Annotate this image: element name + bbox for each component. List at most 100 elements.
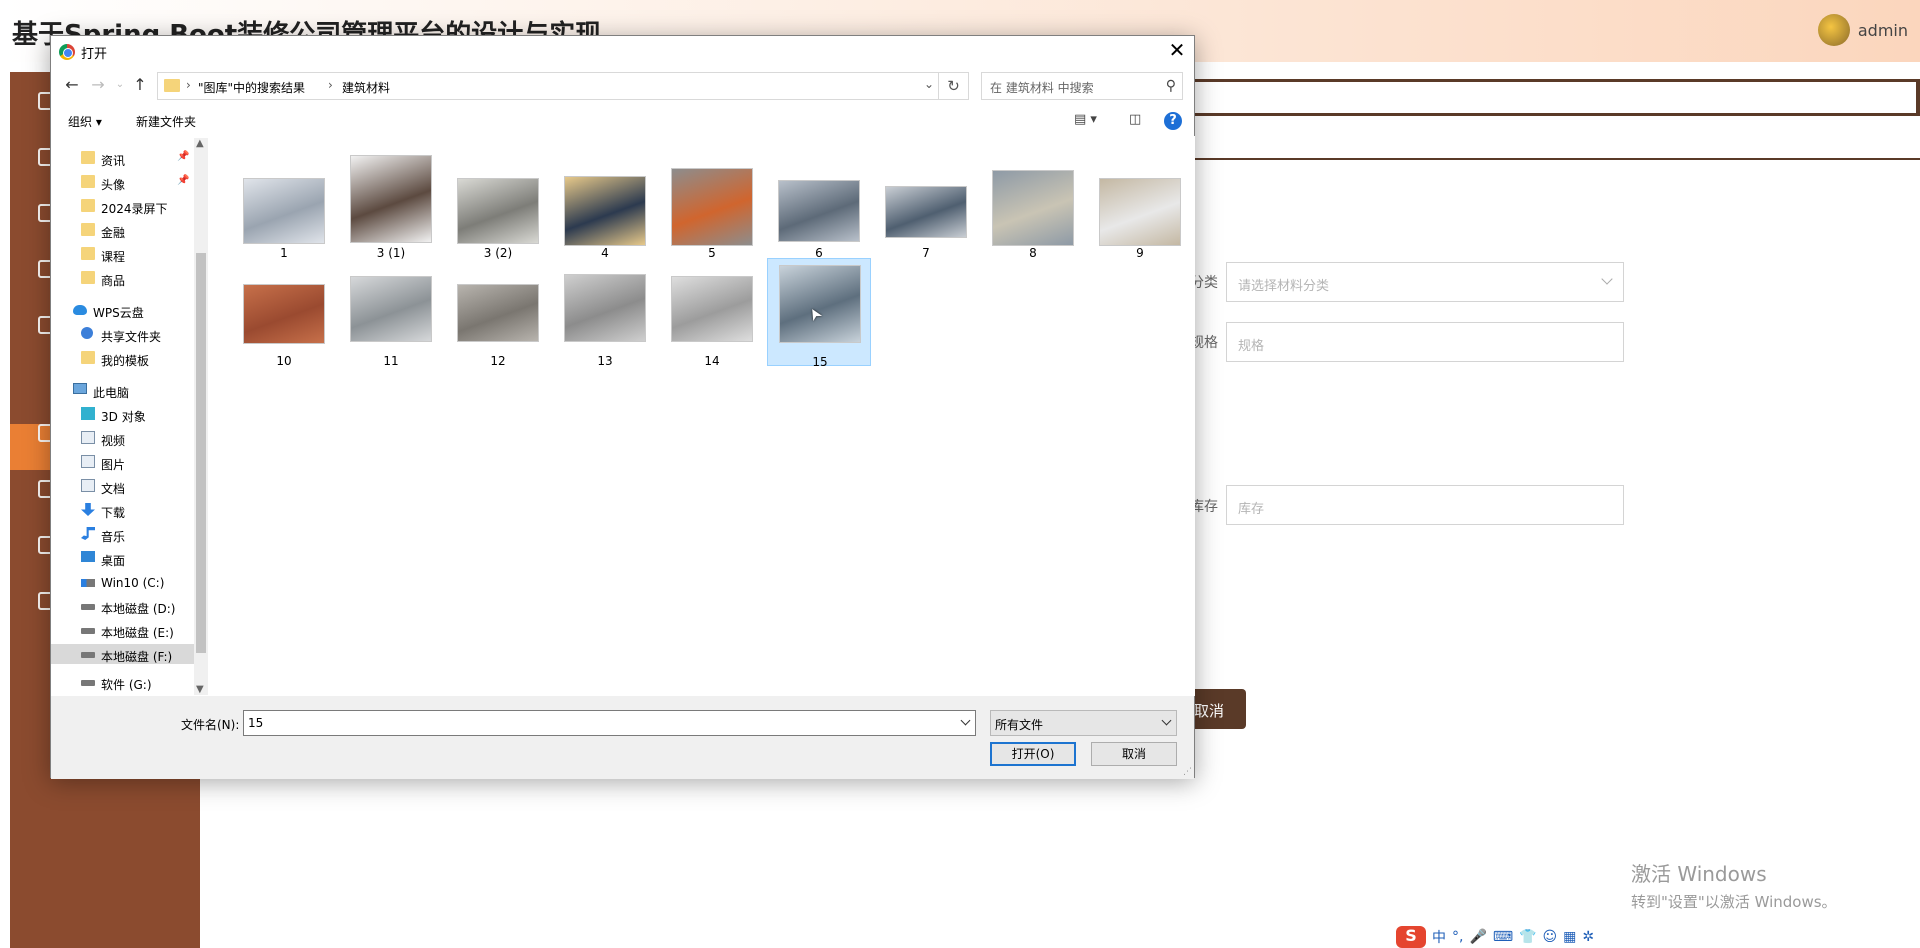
dialog-toolbar: 组织 ▾ 新建文件夹 ▤ ▾ ◫ ? xyxy=(51,106,1194,134)
address-bar[interactable]: › "图库"中的搜索结果 › 建筑材料 ⌄ ↻ xyxy=(157,72,969,100)
nav-item[interactable]: 桌面 xyxy=(51,548,206,568)
nav-item[interactable]: Win10 (C:) xyxy=(51,572,206,592)
search-icon[interactable]: ⚲ xyxy=(1166,78,1176,94)
nav-item[interactable]: 本地磁盘 (E:) xyxy=(51,620,206,640)
open-button[interactable]: 打开(O) xyxy=(990,742,1076,766)
nav-item[interactable]: 共享文件夹 xyxy=(51,324,206,344)
file-item[interactable]: 3 (2) xyxy=(446,150,550,260)
help-icon[interactable]: ? xyxy=(1164,112,1182,130)
nav-item[interactable]: WPS云盘 xyxy=(51,300,206,320)
file-item[interactable]: 13 xyxy=(553,258,657,368)
nav-item[interactable]: 商品 xyxy=(51,268,206,288)
nav-item-label: 2024录屏下 xyxy=(101,202,168,216)
file-grid: 13 (1) 3 (2) 4 5 6 7 8 9 10 11 12 13 14 15 ➤ xyxy=(211,136,1195,696)
user-menu[interactable]: admin xyxy=(1817,14,1908,46)
nav-item-label: 头像 xyxy=(101,178,126,192)
spec-input[interactable]: 规格 xyxy=(1226,322,1624,362)
cube-icon xyxy=(81,407,95,420)
chevron-down-icon[interactable]: ⌄ xyxy=(924,77,934,91)
search-placeholder: 在 建筑材料 中搜索 xyxy=(990,81,1094,95)
file-item[interactable]: 9 xyxy=(1088,150,1192,260)
file-item[interactable]: 15 ➤ xyxy=(767,258,871,369)
breadcrumb-search-results[interactable]: "图库"中的搜索结果 xyxy=(198,79,305,96)
file-item[interactable]: 6 xyxy=(767,150,871,260)
nav-item[interactable]: 本地磁盘 (F:) xyxy=(51,644,206,664)
nav-item[interactable]: 3D 对象 xyxy=(51,404,206,424)
file-item[interactable]: 1 xyxy=(232,150,336,260)
nav-item[interactable]: 课程 xyxy=(51,244,206,264)
file-item[interactable]: 4 xyxy=(553,150,657,260)
file-item[interactable]: 3 (1) xyxy=(339,150,443,260)
up-arrow-icon[interactable]: ↑ xyxy=(129,74,151,96)
recent-dropdown-icon[interactable]: ⌄ xyxy=(109,74,131,96)
nav-item-label: 文档 xyxy=(101,482,126,496)
grid-icon[interactable]: ▦ xyxy=(1563,929,1576,945)
dialog-title: 打开 xyxy=(81,47,108,62)
nav-item[interactable]: 本地磁盘 (D:) xyxy=(51,596,206,616)
watermark-title: 激活 Windows xyxy=(1631,862,1767,886)
chevron-down-icon[interactable] xyxy=(960,715,971,726)
file-item[interactable]: 8 xyxy=(981,150,1085,260)
shirt-icon[interactable]: 👕 xyxy=(1519,929,1536,945)
view-options-icon[interactable]: ▤ ▾ xyxy=(1074,112,1097,127)
ime-toolbar[interactable]: S 中 °, 🎤 ⌨ 👕 ☺ ▦ ✲ xyxy=(1396,925,1594,948)
dialog-titlebar[interactable]: 打开 ✕ xyxy=(51,36,1194,66)
nav-item[interactable]: 头像 📌 xyxy=(51,172,206,192)
cancel-button[interactable]: 取消 xyxy=(1091,742,1177,766)
file-item[interactable]: 7 xyxy=(874,150,978,260)
file-name: 15 xyxy=(812,355,828,369)
forward-arrow-icon[interactable]: → xyxy=(87,74,109,96)
navigation-scrollbar[interactable]: ▲ ▼ xyxy=(194,138,208,695)
preview-pane-icon[interactable]: ◫ xyxy=(1129,112,1141,127)
scroll-thumb[interactable] xyxy=(196,253,206,653)
keyboard-icon[interactable]: ⌨ xyxy=(1493,929,1513,945)
scroll-up-icon[interactable]: ▲ xyxy=(196,138,204,149)
chevron-down-icon xyxy=(1601,273,1613,285)
nav-item[interactable]: 资讯 📌 xyxy=(51,148,206,168)
new-folder-button[interactable]: 新建文件夹 xyxy=(136,113,196,130)
stock-input[interactable]: 库存 xyxy=(1226,485,1624,525)
nav-item[interactable]: 视频 xyxy=(51,428,206,448)
folder-icon xyxy=(81,247,95,260)
nav-item[interactable]: 音乐 xyxy=(51,524,206,544)
breadcrumb-current-folder[interactable]: 建筑材料 xyxy=(342,79,390,96)
filetype-select[interactable]: 所有文件 xyxy=(990,710,1177,736)
robot-icon[interactable]: ☺ xyxy=(1543,929,1558,945)
stock-placeholder: 库存 xyxy=(1238,502,1265,517)
microphone-icon[interactable]: 🎤 xyxy=(1469,929,1486,945)
download-icon xyxy=(81,503,95,516)
refresh-icon[interactable]: ↻ xyxy=(938,73,968,99)
search-input[interactable]: 在 建筑材料 中搜索 ⚲ xyxy=(981,72,1183,100)
ime-punct[interactable]: °, xyxy=(1452,929,1463,945)
sogou-logo-icon[interactable]: S xyxy=(1396,925,1426,948)
file-item[interactable]: 12 xyxy=(446,258,550,368)
nav-item[interactable]: 软件 (G:) xyxy=(51,672,206,692)
video-icon xyxy=(81,431,95,444)
organize-button[interactable]: 组织 ▾ xyxy=(68,113,102,130)
category-select[interactable]: 请选择材料分类 xyxy=(1226,262,1624,302)
scroll-down-icon[interactable]: ▼ xyxy=(196,684,204,695)
nav-item[interactable]: 此电脑 xyxy=(51,380,206,400)
back-arrow-icon[interactable]: ← xyxy=(61,74,83,96)
file-item[interactable]: 5 xyxy=(660,150,764,260)
resize-grip-icon[interactable]: ⋰ xyxy=(1183,767,1192,777)
settings-icon[interactable]: ✲ xyxy=(1582,929,1594,945)
nav-item[interactable]: 文档 xyxy=(51,476,206,496)
file-item[interactable]: 14 xyxy=(660,258,764,368)
folder-icon xyxy=(81,151,95,164)
file-item[interactable]: 10 xyxy=(232,258,336,368)
spec-placeholder: 规格 xyxy=(1238,339,1265,354)
nav-item[interactable]: 下载 xyxy=(51,500,206,520)
folder-icon xyxy=(164,79,180,92)
nav-item[interactable]: 图片 xyxy=(51,452,206,472)
file-name: 14 xyxy=(704,354,720,368)
close-icon[interactable]: ✕ xyxy=(1160,36,1194,66)
nav-item[interactable]: 2024录屏下 xyxy=(51,196,206,216)
nav-item[interactable]: 我的模板 xyxy=(51,348,206,368)
file-item[interactable]: 11 xyxy=(339,258,443,368)
ime-mode[interactable]: 中 xyxy=(1432,927,1446,947)
form-cancel-button[interactable]: 取消 xyxy=(1190,689,1246,729)
image-thumbnail xyxy=(778,180,860,242)
filename-input[interactable]: 15 xyxy=(243,710,976,736)
nav-item[interactable]: 金融 xyxy=(51,220,206,240)
